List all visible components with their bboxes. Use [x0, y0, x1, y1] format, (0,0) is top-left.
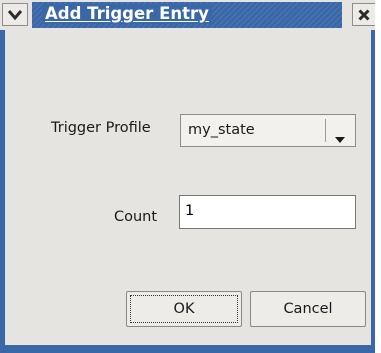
title-area: Add Trigger Entry [32, 2, 342, 28]
dialog-body: Trigger Profile my_state Count 1 OK Canc… [5, 30, 371, 345]
close-button[interactable] [352, 3, 375, 26]
cancel-button[interactable]: Cancel [250, 291, 366, 327]
trigger-profile-label: Trigger Profile [51, 120, 151, 136]
count-input[interactable]: 1 [179, 195, 356, 229]
dialog-window: Add Trigger Entry Trigger Profile my_sta… [0, 0, 375, 353]
count-label: Count [114, 209, 158, 225]
dropdown-separator [325, 119, 326, 142]
trigger-profile-value: my_state [188, 122, 255, 138]
trigger-profile-dropdown[interactable]: my_state [180, 114, 356, 147]
focus-indicator [130, 295, 238, 323]
window-title: Add Trigger Entry [42, 4, 212, 24]
title-bar[interactable]: Add Trigger Entry [0, 0, 375, 30]
cancel-button-label: Cancel [283, 301, 333, 317]
dropdown-arrow-icon[interactable] [335, 128, 345, 147]
window-menu-button[interactable] [2, 3, 28, 26]
count-value: 1 [185, 203, 195, 219]
ok-button[interactable]: OK [126, 291, 242, 327]
